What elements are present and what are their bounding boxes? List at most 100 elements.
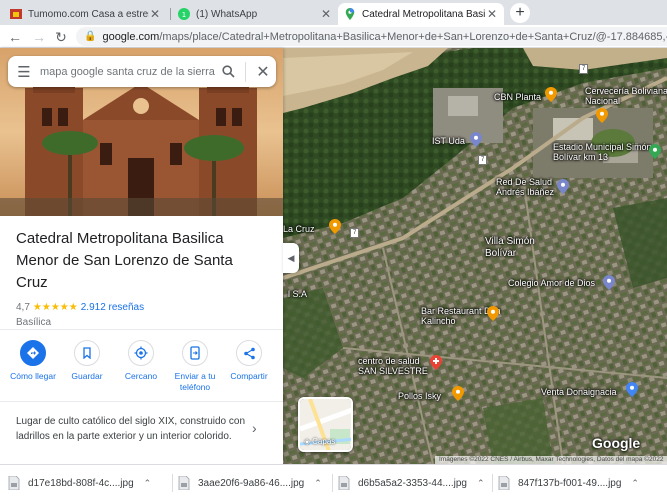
download-separator	[332, 474, 333, 492]
action-buttons: Cómo llegar Guardar Cercano Enviar a tu …	[6, 340, 276, 393]
download-item[interactable]: d17e18bd-808f-4c....jpg ⌃	[8, 473, 151, 493]
restaurant-pin-icon[interactable]	[329, 219, 341, 234]
map-label-venta-donaignacia[interactable]: Venta Donaignacia	[541, 387, 617, 397]
map-label-la-cruz[interactable]: La Cruz	[283, 224, 315, 234]
download-filename: d17e18bd-808f-4c....jpg	[28, 477, 134, 489]
map-label-cerveceria[interactable]: Cervecería Boliviana Nacional	[585, 86, 667, 106]
route-7-sign: 7	[478, 155, 488, 165]
image-file-icon	[178, 475, 190, 491]
satellite-map[interactable]: 7 7 7 CBN Planta Cervecería Boliviana Na…	[283, 48, 667, 464]
school-pin-icon[interactable]	[603, 275, 615, 290]
search-box[interactable]: ☰ mapa google santa cruz de la sierra ✕	[8, 56, 276, 87]
image-file-icon	[338, 475, 350, 491]
reload-icon[interactable]: ↻	[52, 28, 70, 46]
map-label-pollos-isky[interactable]: Pollos Isky	[398, 391, 441, 401]
rating-stars-icon: ★★★★★	[32, 302, 78, 313]
clear-search-icon[interactable]: ✕	[250, 62, 276, 82]
restaurant-pin-icon[interactable]	[545, 87, 557, 102]
back-arrow-icon[interactable]: ←	[6, 28, 24, 46]
place-description[interactable]: Lugar de culto católico del siglo XIX, c…	[16, 414, 248, 444]
search-input[interactable]: mapa google santa cruz de la sierra	[40, 66, 215, 78]
place-category[interactable]: Basílica	[16, 317, 266, 328]
rating-value: 4,7	[16, 302, 30, 313]
forward-arrow-icon[interactable]: →	[30, 28, 48, 46]
chevron-up-icon[interactable]: ⌃	[477, 478, 485, 489]
image-file-icon	[8, 475, 20, 491]
restaurant-pin-icon[interactable]	[452, 386, 464, 401]
share-icon	[236, 340, 262, 366]
map-label-estadio[interactable]: Estadio Municipal Simón Bolívar km 13	[553, 142, 663, 162]
close-icon[interactable]: ✕	[149, 7, 161, 21]
layers-button[interactable]: ◈ Capas	[298, 397, 353, 452]
new-tab-button[interactable]: +	[510, 3, 530, 23]
route-7-sign: 7	[350, 228, 360, 238]
map-label-cbn[interactable]: CBN Planta	[494, 92, 541, 102]
downloads-bar: d17e18bd-808f-4c....jpg ⌃ 3aae20f6-9a86-…	[0, 464, 667, 500]
chevron-up-icon[interactable]: ⌃	[631, 478, 639, 489]
map-label-colegio[interactable]: Colegio Amor de Dios	[508, 278, 595, 288]
health-pin-icon[interactable]	[557, 179, 569, 194]
save-label: Guardar	[71, 371, 103, 381]
menu-icon[interactable]: ☰	[8, 63, 40, 81]
close-icon[interactable]: ✕	[320, 7, 332, 21]
download-separator	[172, 474, 173, 492]
food-pin-icon[interactable]	[596, 108, 608, 123]
cathedral-photo[interactable]: ☰ mapa google santa cruz de la sierra ✕	[0, 48, 283, 216]
image-file-icon	[498, 475, 510, 491]
map-attribution[interactable]: Imágenes ©2022 CNES / Airbus, Maxar Tech…	[435, 456, 667, 464]
download-filename: 847f137b-f001-49....jpg	[518, 477, 622, 489]
directions-icon	[20, 340, 46, 366]
save-button[interactable]: Guardar	[60, 340, 114, 393]
close-icon[interactable]: ✕	[486, 7, 498, 21]
map-label-ist[interactable]: IST Uda	[432, 136, 465, 146]
tab-tumomo[interactable]: Tumomo.com Casa a estrenar en ✕	[4, 3, 167, 25]
address-host: google.com	[102, 30, 160, 43]
tab-title: (1) WhatsApp	[196, 8, 258, 20]
whatsapp-favicon-icon: 1	[178, 8, 190, 20]
place-info: Catedral Metropolitana Basilica Menor de…	[16, 228, 266, 328]
restaurant-pin-icon[interactable]	[487, 306, 499, 321]
route-7-sign: 7	[579, 64, 589, 74]
map-label-centro-de-salud[interactable]: centro de salud SAN SILVESTRE	[358, 356, 438, 376]
hospital-pin-icon[interactable]	[430, 355, 442, 370]
maps-favicon-icon	[344, 8, 356, 20]
address-bar[interactable]: 🔒 google.com /maps/place/Catedral+Metrop…	[76, 27, 667, 46]
map-label-sa[interactable]: l S.A	[288, 289, 307, 299]
chevron-up-icon[interactable]: ⌃	[144, 478, 152, 489]
directions-button[interactable]: Cómo llegar	[6, 340, 60, 393]
search-divider	[245, 61, 246, 82]
lock-icon: 🔒	[84, 31, 97, 42]
place-rating: 4,7 ★★★★★ 2.912 reseñas	[16, 302, 266, 313]
tab-google-maps[interactable]: Catedral Metropolitana Basilica M ✕	[338, 3, 504, 25]
download-separator	[492, 474, 493, 492]
download-filename: 3aae20f6-9a86-46....jpg	[198, 477, 305, 489]
download-filename: d6b5a5a2-3353-44....jpg	[358, 477, 467, 489]
tab-title: Tumomo.com Casa a estrenar en	[28, 8, 149, 20]
map-label-villa-simon-bolivar: Villa Simón Bolívar	[485, 236, 535, 259]
search-icon[interactable]	[215, 65, 241, 78]
download-item[interactable]: 847f137b-f001-49....jpg ⌃	[498, 473, 639, 493]
collapse-panel-button[interactable]: ◀	[283, 243, 299, 273]
tab-whatsapp[interactable]: 1 (1) WhatsApp ✕	[172, 3, 338, 25]
stadium-pin-icon[interactable]	[649, 144, 661, 159]
download-item[interactable]: d6b5a5a2-3353-44....jpg ⌃	[338, 473, 485, 493]
bookmark-icon	[74, 340, 100, 366]
shopping-pin-icon[interactable]	[626, 382, 638, 397]
directions-label: Cómo llegar	[10, 371, 56, 381]
divider	[0, 401, 283, 402]
share-label: Compartir	[230, 371, 268, 381]
download-item[interactable]: 3aae20f6-9a86-46....jpg ⌃	[178, 473, 322, 493]
share-button[interactable]: Compartir	[222, 340, 276, 393]
send-to-phone-button[interactable]: Enviar a tu teléfono	[168, 340, 222, 393]
chevron-right-icon[interactable]: ›	[252, 420, 257, 436]
school-pin-icon[interactable]	[470, 132, 482, 147]
nearby-label: Cercano	[124, 371, 158, 381]
nearby-button[interactable]: Cercano	[114, 340, 168, 393]
map-label-red-de-salud[interactable]: Red De Salud Andrés Ibáñez	[496, 177, 566, 197]
place-title: Catedral Metropolitana Basilica Menor de…	[16, 230, 233, 291]
svg-text:1: 1	[182, 11, 186, 19]
layers-icon: ◈	[304, 437, 311, 446]
reviews-link[interactable]: 2.912 reseñas	[81, 302, 144, 313]
place-panel: ☰ mapa google santa cruz de la sierra ✕ …	[0, 48, 283, 464]
chevron-up-icon[interactable]: ⌃	[314, 478, 322, 489]
